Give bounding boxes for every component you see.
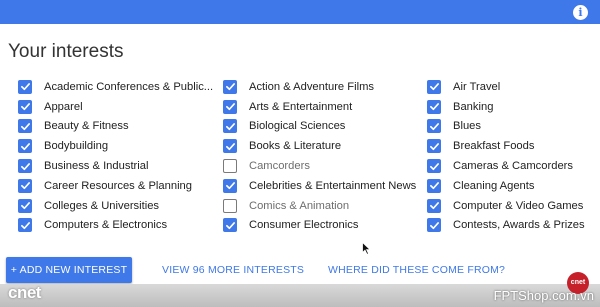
interest-label: Computer & Video Games <box>453 199 584 212</box>
interest-item[interactable]: Cameras & Camcorders <box>427 156 585 176</box>
interest-item[interactable]: Blues <box>427 117 585 137</box>
checkbox-checked-icon[interactable] <box>18 99 32 114</box>
watermark-text: FPTShop.com.vn <box>493 288 594 303</box>
interest-label: Biological Sciences <box>249 120 346 133</box>
interest-label: Contests, Awards & Prizes <box>453 219 585 232</box>
checkbox-checked-icon[interactable] <box>223 119 237 134</box>
interest-item[interactable]: Celebrities & Entertainment News <box>223 176 416 196</box>
top-bar: i <box>0 0 600 24</box>
interest-item[interactable]: Colleges & Universities <box>18 196 213 216</box>
interest-label: Breakfast Foods <box>453 140 535 153</box>
checkbox-unchecked-icon[interactable] <box>223 198 237 213</box>
checkbox-checked-icon[interactable] <box>18 178 32 193</box>
interest-item[interactable]: Contests, Awards & Prizes <box>427 216 585 236</box>
interest-label: Action & Adventure Films <box>249 80 374 93</box>
interest-label: Camcorders <box>249 160 310 173</box>
checkbox-checked-icon[interactable] <box>427 119 441 134</box>
interest-label: Academic Conferences & Public... <box>44 80 214 93</box>
interest-column: Air Travel Banking Blues Breakfast Foods Cam… <box>427 77 585 235</box>
mouse-cursor-icon <box>362 242 371 255</box>
interest-label: Arts & Entertainment <box>249 100 353 113</box>
checkbox-checked-icon[interactable] <box>18 119 32 134</box>
checkbox-checked-icon[interactable] <box>427 178 441 193</box>
add-new-interest-button[interactable]: + ADD NEW INTEREST <box>6 257 132 283</box>
cnet-logo: cnet <box>8 283 41 302</box>
info-icon[interactable]: i <box>573 5 588 20</box>
checkbox-checked-icon[interactable] <box>427 218 441 233</box>
interest-column: Academic Conferences & Public... Apparel B… <box>18 77 213 235</box>
view-more-interests-link[interactable]: VIEW 96 MORE INTERESTS <box>162 264 304 276</box>
checkbox-unchecked-icon[interactable] <box>223 159 237 174</box>
page-title: Your interests <box>8 41 124 62</box>
checkbox-checked-icon[interactable] <box>427 99 441 114</box>
interest-label: Comics & Animation <box>249 199 350 212</box>
interest-item[interactable]: Academic Conferences & Public... <box>18 77 213 97</box>
checkbox-checked-icon[interactable] <box>18 198 32 213</box>
interest-item[interactable]: Computers & Electronics <box>18 216 213 236</box>
checkbox-checked-icon[interactable] <box>223 139 237 154</box>
checkbox-checked-icon[interactable] <box>427 139 441 154</box>
interest-item[interactable]: Comics & Animation <box>223 196 416 216</box>
interest-item[interactable]: Arts & Entertainment <box>223 97 416 117</box>
interest-column: Action & Adventure Films Arts & Entertain… <box>223 77 416 235</box>
interest-label: Consumer Electronics <box>249 219 359 232</box>
interest-label: Air Travel <box>453 80 501 93</box>
interest-label: Bodybuilding <box>44 140 109 153</box>
interest-label: Apparel <box>44 100 83 113</box>
checkbox-checked-icon[interactable] <box>427 79 441 94</box>
checkbox-checked-icon[interactable] <box>223 99 237 114</box>
interest-label: Celebrities & Entertainment News <box>249 179 417 192</box>
checkbox-checked-icon[interactable] <box>427 159 441 174</box>
checkbox-checked-icon[interactable] <box>223 218 237 233</box>
interest-item[interactable]: Consumer Electronics <box>223 216 416 236</box>
interest-item[interactable]: Books & Literature <box>223 136 416 156</box>
interest-label: Colleges & Universities <box>44 199 160 212</box>
interest-label: Beauty & Fitness <box>44 120 129 133</box>
interest-item[interactable]: Business & Industrial <box>18 156 213 176</box>
interest-item[interactable]: Air Travel <box>427 77 585 97</box>
interest-label: Books & Literature <box>249 140 342 153</box>
checkbox-checked-icon[interactable] <box>223 178 237 193</box>
checkbox-checked-icon[interactable] <box>223 79 237 94</box>
checkbox-checked-icon[interactable] <box>18 79 32 94</box>
interest-item[interactable]: Banking <box>427 97 585 117</box>
interest-item[interactable]: Apparel <box>18 97 213 117</box>
checkbox-checked-icon[interactable] <box>18 159 32 174</box>
interest-item[interactable]: Action & Adventure Films <box>223 77 416 97</box>
interest-item[interactable]: Biological Sciences <box>223 117 416 137</box>
interest-label: Cameras & Camcorders <box>453 160 573 173</box>
interest-label: Blues <box>453 120 481 133</box>
interest-item[interactable]: Beauty & Fitness <box>18 117 213 137</box>
interest-item[interactable]: Breakfast Foods <box>427 136 585 156</box>
interest-label: Cleaning Agents <box>453 179 535 192</box>
interest-item[interactable]: Career Resources & Planning <box>18 176 213 196</box>
interest-label: Career Resources & Planning <box>44 179 192 192</box>
interest-item[interactable]: Bodybuilding <box>18 136 213 156</box>
interest-label: Computers & Electronics <box>44 219 168 232</box>
interest-item[interactable]: Computer & Video Games <box>427 196 585 216</box>
checkbox-checked-icon[interactable] <box>18 139 32 154</box>
interest-item[interactable]: Camcorders <box>223 156 416 176</box>
interest-label: Banking <box>453 100 494 113</box>
interest-label: Business & Industrial <box>44 160 149 173</box>
where-did-these-come-from-link[interactable]: WHERE DID THESE COME FROM? <box>328 264 505 276</box>
interest-item[interactable]: Cleaning Agents <box>427 176 585 196</box>
checkbox-checked-icon[interactable] <box>427 198 441 213</box>
checkbox-checked-icon[interactable] <box>18 218 32 233</box>
